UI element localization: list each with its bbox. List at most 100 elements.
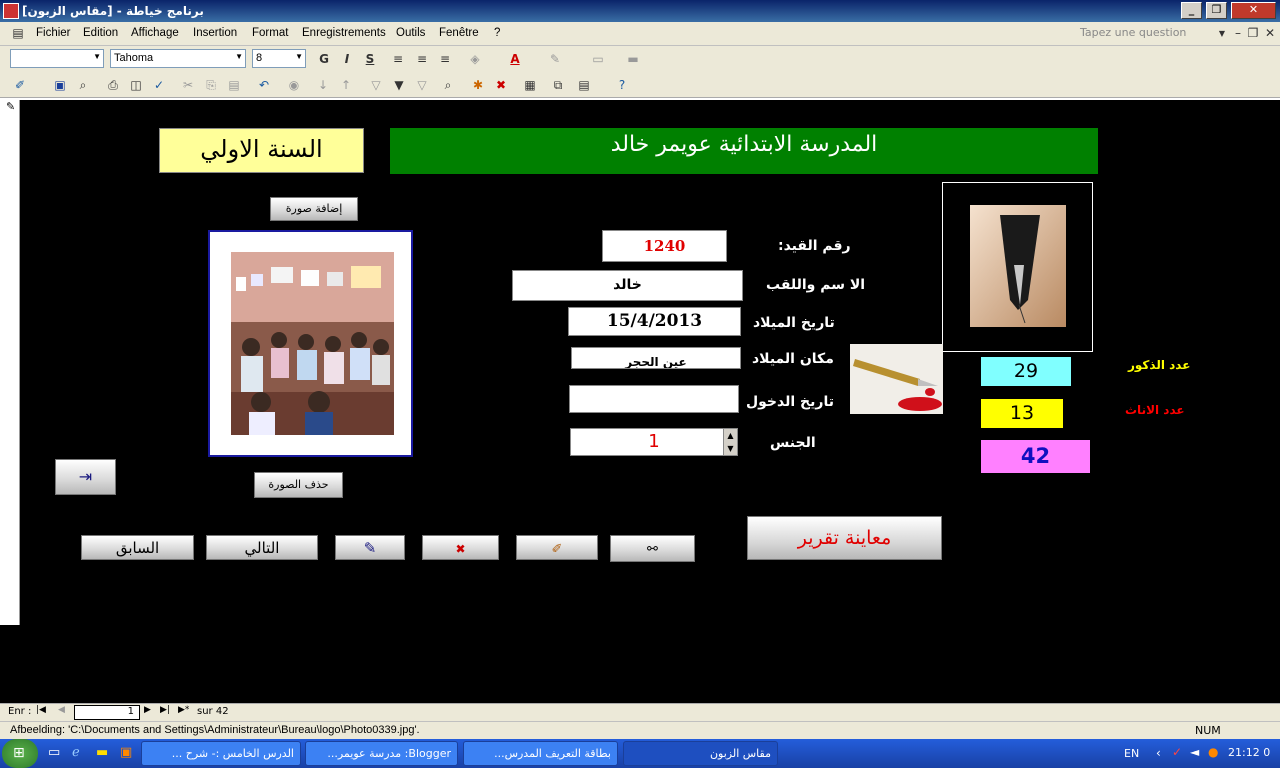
task-chrome-1[interactable]: الدرس الخامس :- شرح ... (141, 741, 301, 766)
copy-icon[interactable]: ⎘ (203, 77, 219, 93)
menu-insertion[interactable]: Insertion (193, 27, 237, 39)
line-color-icon[interactable]: ✎ (547, 51, 563, 67)
logo-frame (942, 182, 1093, 352)
apply-filter-icon[interactable]: ▽ (414, 77, 430, 93)
show-desktop-icon[interactable]: ▭ (48, 745, 60, 760)
line-width-icon[interactable]: ▬ (625, 51, 641, 67)
gender-select[interactable]: 1 ▲ ▼ (570, 428, 738, 456)
font-color-icon[interactable]: A (507, 51, 523, 67)
next-record-icon[interactable]: ▶ (144, 705, 151, 715)
menu-fichier[interactable]: Fichier (36, 27, 71, 39)
ask-question-input[interactable]: Tapez une question (1080, 26, 1226, 42)
sort-descending-icon[interactable]: ↑ (338, 77, 354, 93)
menu-fenetre[interactable]: Fenêtre (439, 27, 479, 39)
gender-value: 1 (648, 431, 660, 452)
doc-close-button[interactable]: ✕ (1262, 25, 1278, 41)
prev-record-icon[interactable]: ◀ (58, 705, 65, 715)
find-icon[interactable]: ⌕ (440, 77, 456, 93)
girls-label: عدد الاناث (1125, 403, 1185, 417)
print-icon[interactable]: ⎙ (105, 77, 121, 93)
delete-record-icon[interactable]: ✖ (493, 77, 509, 93)
menu-format[interactable]: Format (252, 27, 288, 39)
task-access-1[interactable]: بطاقة التعريف المدرس... (463, 741, 618, 766)
size-combo[interactable]: 8 ▼ (252, 49, 306, 68)
task-access-2[interactable]: مقاس الزبون (623, 741, 778, 766)
undo-icon[interactable]: ↶ (256, 77, 272, 93)
current-record-input[interactable]: 1 (74, 705, 140, 720)
ie-icon[interactable]: ℯ (72, 745, 80, 760)
spelling-icon[interactable]: ✓ (151, 77, 167, 93)
id-label: رقم القيد: (778, 238, 851, 254)
database-window-icon[interactable]: ⧉ (550, 77, 566, 93)
menu-outils[interactable]: Outils (396, 27, 425, 39)
doc-minimize-button[interactable]: – (1230, 25, 1246, 41)
paste-icon[interactable]: ▤ (226, 77, 242, 93)
search-file-icon[interactable]: ⌕ (75, 77, 91, 93)
new-record-nav-icon[interactable]: ▶* (178, 705, 189, 715)
properties-icon[interactable]: ▦ (522, 77, 538, 93)
exit-door-icon: ⇥ (78, 467, 93, 486)
menu-affichage[interactable]: Affichage (131, 27, 179, 39)
add-photo-button[interactable]: إضافة صورة (270, 197, 358, 221)
tray-expand-icon[interactable]: ‹ (1156, 746, 1161, 760)
sort-ascending-icon[interactable]: ↓ (315, 77, 331, 93)
align-center-icon[interactable]: ≡ (414, 51, 430, 67)
italic-button[interactable]: I (339, 51, 355, 67)
birth-place-field[interactable]: عين الحجر (571, 347, 741, 369)
gender-dropdown-icon[interactable]: ▲ ▼ (723, 429, 737, 455)
object-combo[interactable]: ▼ (10, 49, 104, 68)
help-icon[interactable]: ? (614, 77, 630, 93)
start-button[interactable]: ⊞ (2, 739, 38, 768)
folder-icon[interactable]: ▬ (96, 745, 108, 760)
ask-dropdown-icon[interactable]: ▼ (1214, 26, 1230, 42)
task-chrome-2[interactable]: Blogger: مدرسة عويمر... (305, 741, 458, 766)
font-value: Tahoma (114, 52, 154, 64)
close-button[interactable]: ✕ (1231, 2, 1276, 19)
new-object-icon[interactable]: ▤ (576, 77, 592, 93)
id-field[interactable]: 1240 (602, 230, 727, 262)
filter-form-icon[interactable]: ▼ (391, 77, 407, 93)
save-icon[interactable]: ▣ (52, 77, 68, 93)
bold-button[interactable]: G (316, 51, 332, 67)
cut-icon[interactable]: ✂ (180, 77, 196, 93)
doc-restore-button[interactable]: ❐ (1245, 25, 1261, 41)
exit-button[interactable]: ⇥ (55, 459, 116, 495)
first-record-icon[interactable]: |◀ (36, 705, 46, 715)
preview-report-button[interactable]: معاينة تقرير (747, 516, 942, 560)
align-right-icon[interactable]: ≡ (437, 51, 453, 67)
underline-button[interactable]: S (362, 51, 378, 67)
tray-app-icon[interactable]: ● (1208, 745, 1218, 759)
last-record-icon[interactable]: ▶| (160, 705, 170, 715)
menu-edition[interactable]: Edition (83, 27, 118, 39)
app-launch-icon[interactable]: ▣ (120, 745, 132, 760)
delete-record-button[interactable]: ✖ (422, 535, 499, 560)
align-left-icon[interactable]: ≡ (390, 51, 406, 67)
volume-icon[interactable]: ◄ (1190, 745, 1199, 759)
size-value: 8 (256, 52, 263, 64)
binoculars-icon: ⚯ (647, 542, 658, 557)
fill-color-icon[interactable]: ◈ (467, 51, 483, 67)
next-button[interactable]: التالي (206, 535, 318, 560)
entry-date-field[interactable] (569, 385, 739, 413)
name-label: الا سم واللقب (766, 277, 866, 293)
name-field[interactable]: خالد (512, 270, 743, 301)
previous-button[interactable]: السابق (81, 535, 194, 560)
save-record-button[interactable]: ✐ (516, 535, 598, 560)
edit-record-button[interactable]: ✎ (335, 535, 405, 560)
search-button[interactable]: ⚯ (610, 535, 695, 562)
maximize-button[interactable]: ❐ (1206, 2, 1227, 19)
filter-selection-icon[interactable]: ▽ (368, 77, 384, 93)
menu-help[interactable]: ? (494, 27, 500, 39)
minimize-button[interactable]: _ (1181, 2, 1202, 19)
print-preview-icon[interactable]: ◫ (128, 77, 144, 93)
birth-place-label: مكان الميلاد (752, 351, 834, 367)
design-view-icon[interactable]: ✐ (12, 77, 28, 93)
border-icon[interactable]: ▭ (590, 51, 606, 67)
delete-photo-button[interactable]: حذف الصورة (254, 472, 343, 498)
birth-date-field[interactable]: 15/4/2013 (568, 307, 741, 336)
font-combo[interactable]: Tahoma ▼ (110, 49, 246, 68)
menu-enregistrements[interactable]: Enregistrements (302, 27, 386, 39)
language-indicator[interactable]: EN (1124, 747, 1139, 760)
new-record-icon[interactable]: ✱ (470, 77, 486, 93)
hyperlink-icon[interactable]: ◉ (286, 77, 302, 93)
